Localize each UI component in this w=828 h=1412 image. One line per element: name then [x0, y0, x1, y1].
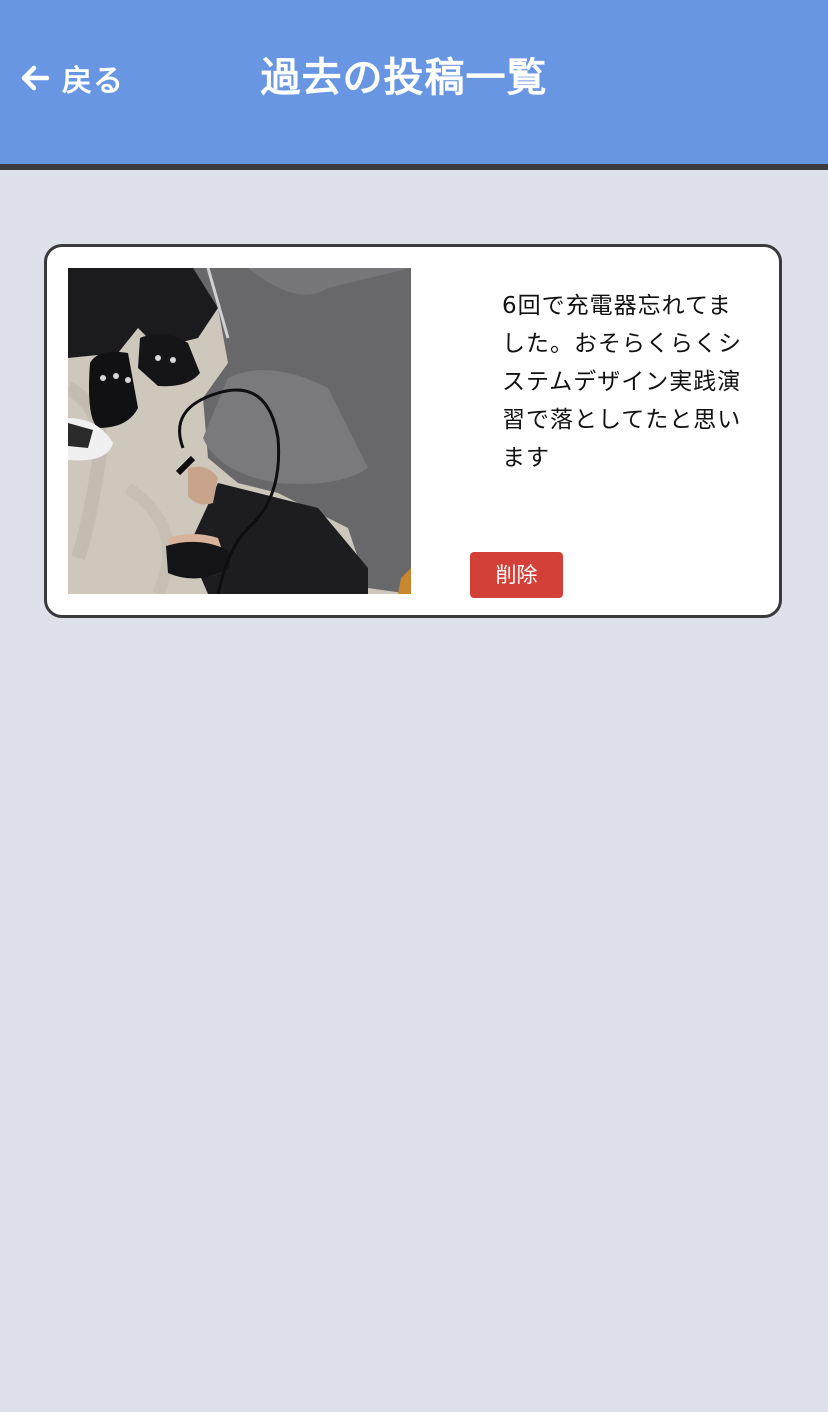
delete-button[interactable]: 削除 [470, 552, 563, 598]
post-text: 6回で充電器忘れてました。おそらくらくシステムデザイン実践演習で落としてたと思い… [502, 293, 742, 471]
post-photo [68, 268, 411, 594]
post-card: 6回で充電器忘れてました。おそらくらくシステムデザイン実践演習で落としてたと思い… [44, 244, 782, 618]
page-title: 過去の投稿一覧 [260, 55, 548, 101]
app-header: 戻る 過去の投稿一覧 [0, 0, 828, 170]
